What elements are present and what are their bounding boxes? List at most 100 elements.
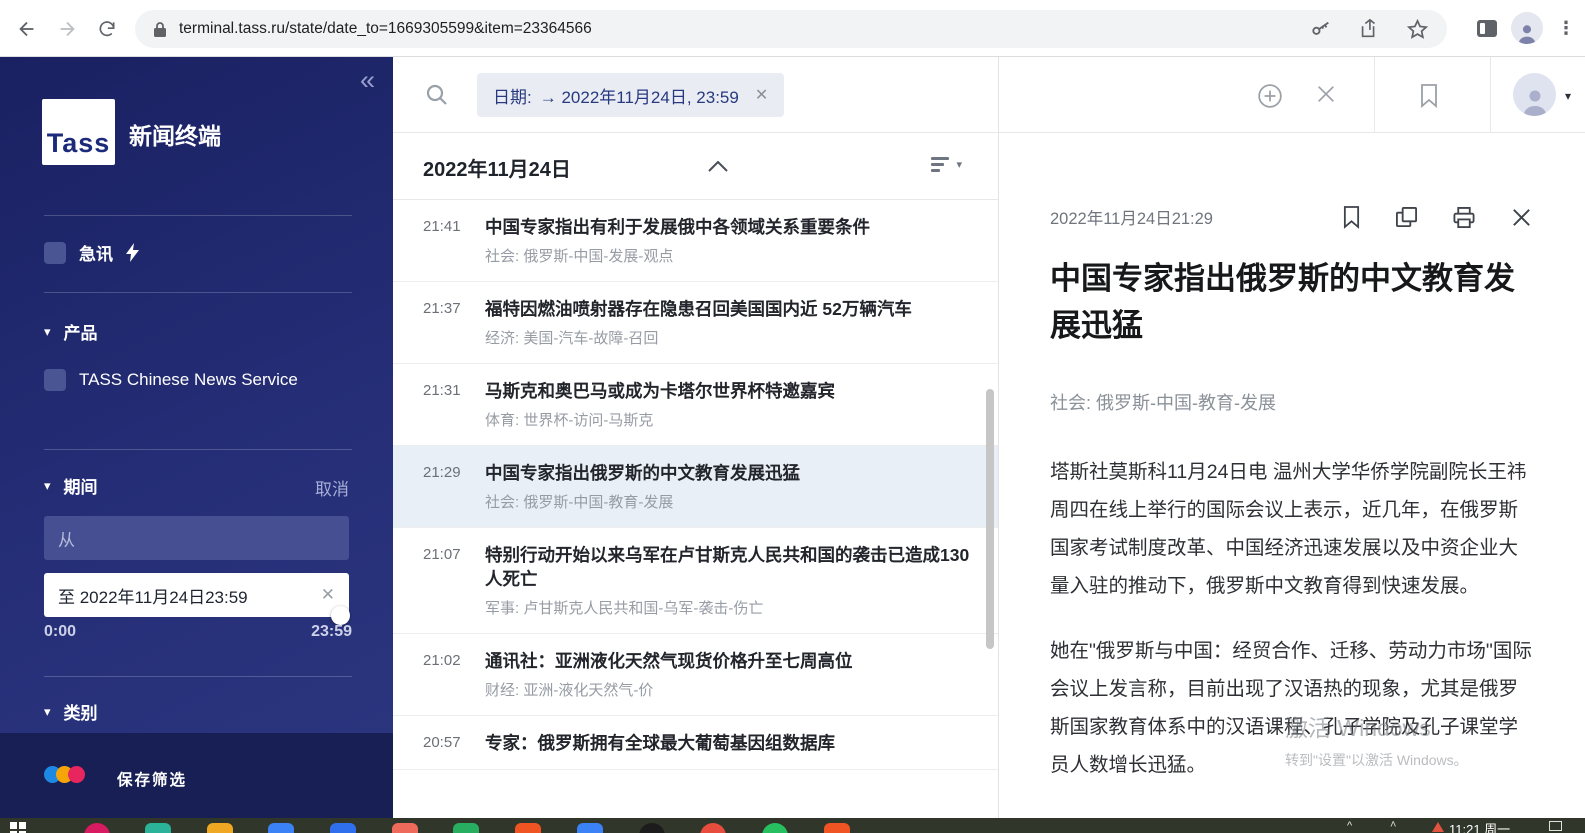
article-paragraph: 她在"俄罗斯与中国：经贸合作、迁移、劳动力市场"国际会议上发言称，目前出现了汉语… — [1050, 632, 1533, 784]
chevron-down-icon: ▾ — [44, 705, 51, 718]
list-item[interactable]: 21:07 特别行动开始以来乌军在卢甘斯克人民共和国的袭击已造成130人死亡 军… — [393, 528, 998, 634]
date-to-input[interactable]: 至 2022年11月24日23:59 ✕ — [44, 573, 349, 617]
save-filter-button[interactable]: 保存筛选 — [117, 768, 187, 790]
side-panel-icon[interactable] — [1477, 20, 1497, 37]
list-item[interactable]: 21:02 通讯社：亚洲液化天然气现货价格升至七周高位 财经: 亚洲-液化天然气… — [393, 634, 998, 716]
app-title: 新闻终端 — [129, 117, 221, 151]
show-desktop-button[interactable] — [1549, 821, 1562, 831]
sidebar-divider — [44, 676, 352, 677]
cancel-period-button[interactable]: 取消 — [315, 475, 349, 500]
article-body: 塔斯社莫斯科11月24日电 温州大学华侨学院副院长王祎周四在线上举行的国际会议上… — [1050, 453, 1533, 818]
bookmark-star-icon[interactable] — [1406, 18, 1429, 41]
bookmark-icon[interactable] — [1419, 83, 1439, 108]
forward-arrow-icon — [56, 18, 78, 40]
time-start-label: 0:00 — [44, 623, 76, 641]
chip-value: → 2022年11月24日, 23:59 — [540, 83, 739, 108]
chip-close-icon[interactable]: ✕ — [755, 85, 768, 105]
chevron-up-icon[interactable] — [708, 161, 728, 172]
taskbar-app-icon[interactable] — [762, 823, 788, 833]
browser-back-button[interactable] — [14, 16, 40, 42]
browser-profile-avatar[interactable] — [1511, 12, 1543, 44]
item-time: 21:07 — [423, 543, 485, 619]
user-avatar[interactable] — [1513, 73, 1556, 116]
share-icon[interactable] — [1358, 18, 1380, 40]
search-icon[interactable] — [425, 83, 449, 107]
taskbar-app-icon[interactable] — [515, 823, 541, 833]
list-item-selected[interactable]: 21:29 中国专家指出俄罗斯的中文教育发展迅猛 社会: 俄罗斯-中国-教育-发… — [393, 446, 998, 528]
item-tags: 经济: 美国-汽车-故障-召回 — [485, 328, 970, 349]
clear-date-icon[interactable]: ✕ — [321, 585, 335, 605]
close-article-icon[interactable] — [1510, 206, 1533, 229]
taskbar-app-icon[interactable] — [453, 823, 479, 833]
list-scrollbar[interactable] — [986, 389, 994, 649]
item-time: 21:29 — [423, 461, 485, 513]
taskbar-app-icon[interactable] — [330, 823, 356, 833]
item-time: 21:41 — [423, 215, 485, 267]
section-products[interactable]: ▾ 产品 — [44, 319, 98, 344]
sidebar-divider — [44, 449, 352, 450]
copy-icon[interactable] — [1395, 206, 1418, 229]
address-bar[interactable]: terminal.tass.ru/state/date_to=166930559… — [135, 10, 1447, 48]
item-title: 特别行动开始以来乌军在卢甘斯克人民共和国的袭击已造成130人死亡 — [485, 543, 970, 591]
sidebar-footer: 保存筛选 — [0, 733, 393, 818]
period-label: 期间 — [64, 473, 98, 498]
taskbar-app-icon[interactable] — [84, 823, 110, 833]
taskbar-app-icon[interactable] — [392, 823, 418, 833]
item-title: 福特因燃油喷射器存在隐患召回美国国内近 52万辆汽车 — [485, 297, 970, 321]
browser-refresh-button[interactable] — [94, 16, 120, 42]
date-filter-chip[interactable]: 日期: → 2022年11月24日, 23:59 ✕ — [477, 73, 784, 117]
taskbar-app-icon[interactable] — [824, 823, 850, 833]
windows-start-icon[interactable] — [10, 822, 26, 833]
taskbar-app-icon[interactable] — [577, 823, 603, 833]
print-icon[interactable] — [1452, 206, 1476, 229]
product-item-tass-chinese[interactable]: TASS Chinese News Service — [44, 369, 298, 391]
item-title: 中国专家指出俄罗斯的中文教育发展迅猛 — [485, 461, 970, 485]
article-title: 中国专家指出俄罗斯的中文教育发展迅猛 — [1050, 255, 1533, 349]
windows-taskbar: ^ ˄ 11:21 周一 — [0, 818, 1585, 833]
article-content: 2022年11月24日21:29 中国专家指出俄罗斯的中文教育发展迅猛 社会: … — [999, 205, 1585, 818]
close-icon[interactable] — [1315, 83, 1337, 105]
list-item[interactable]: 21:37 福特因燃油喷射器存在隐患召回美国国内近 52万辆汽车 经济: 美国-… — [393, 282, 998, 364]
browser-menu-icon[interactable]: ⋮ — [1557, 21, 1575, 35]
date-from-placeholder: 从 — [58, 526, 75, 551]
taskbar-app-icon[interactable] — [145, 823, 171, 833]
item-time: 20:57 — [423, 731, 485, 755]
person-icon — [1516, 22, 1538, 44]
tass-logo-text: Tass — [47, 130, 111, 157]
item-title: 中国专家指出有利于发展俄中各领域关系重要条件 — [485, 215, 970, 239]
urgent-checkbox[interactable] — [44, 242, 66, 264]
time-end-label: 23:59 — [311, 623, 352, 641]
divider — [1490, 57, 1491, 132]
add-circle-icon[interactable] — [1257, 83, 1283, 109]
list-date-header: 2022年11月24日 ▾ — [393, 133, 998, 200]
urgent-news-filter[interactable]: 急讯 — [44, 240, 139, 265]
tray-icon[interactable]: ˄ — [1390, 819, 1396, 831]
list-view-options-button[interactable]: ▾ — [931, 157, 962, 172]
list-item[interactable]: 21:31 马斯克和奥巴马或成为卡塔尔世界杯特邀嘉宾 体育: 世界杯-访问-马斯… — [393, 364, 998, 446]
tray-expand-icon[interactable]: ^ — [1347, 820, 1352, 832]
avatar-caret-icon[interactable]: ▾ — [1565, 89, 1571, 103]
password-key-icon[interactable] — [1310, 18, 1332, 40]
tray-icon[interactable] — [1432, 822, 1444, 832]
sidebar-collapse-icon[interactable]: « — [360, 65, 375, 95]
taskbar-app-icon[interactable] — [207, 823, 233, 833]
taskbar-app-icon[interactable] — [268, 823, 294, 833]
taskbar-clock[interactable]: 11:21 周一 — [1449, 819, 1510, 833]
section-period[interactable]: ▾ 期间 — [44, 473, 98, 498]
divider — [1374, 57, 1375, 132]
list-item[interactable]: 21:41 中国专家指出有利于发展俄中各领域关系重要条件 社会: 俄罗斯-中国-… — [393, 200, 998, 282]
product-checkbox[interactable] — [44, 369, 66, 391]
taskbar-app-icon[interactable] — [639, 823, 665, 833]
date-from-input[interactable]: 从 — [44, 516, 349, 560]
taskbar-app-icon[interactable] — [700, 823, 726, 833]
section-category[interactable]: ▾ 类别 — [44, 699, 98, 724]
back-arrow-icon — [16, 18, 38, 40]
bookmark-icon[interactable] — [1342, 205, 1361, 229]
sidebar-divider — [44, 292, 352, 293]
browser-forward-button[interactable] — [54, 16, 80, 42]
date-to-value: 至 2022年11月24日23:59 — [58, 583, 248, 608]
products-label: 产品 — [64, 319, 98, 344]
list-item[interactable]: 20:57 专家：俄罗斯拥有全球最大葡萄基因组数据库 — [393, 716, 998, 770]
article-top-strip: ▾ — [999, 57, 1585, 133]
item-title: 专家：俄罗斯拥有全球最大葡萄基因组数据库 — [485, 731, 970, 755]
